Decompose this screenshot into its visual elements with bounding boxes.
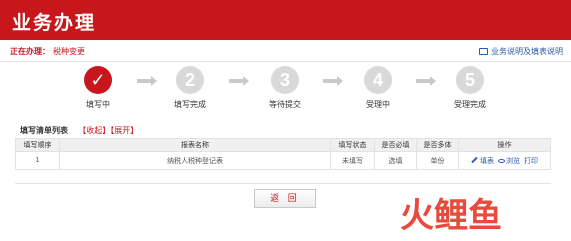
list-title: 填写清单列表 (20, 126, 68, 135)
step-accepting: 4 受理中 (348, 66, 408, 110)
arrow-right-icon (137, 76, 157, 86)
fill-form-link[interactable]: 填表 (471, 156, 494, 165)
column-header: 报表名称 (59, 138, 331, 152)
column-header: 是否必填 (374, 138, 417, 152)
book-icon (479, 48, 488, 55)
print-label: 打印 (524, 157, 538, 165)
column-header: 操作 (458, 138, 551, 152)
view-label: 浏览 (506, 157, 520, 165)
cell-multi: 单份 (416, 151, 459, 170)
view-link[interactable]: 浏览 (498, 158, 520, 165)
step-filling: ✓ 填写中 (68, 66, 128, 110)
arrow-right-icon (416, 76, 436, 86)
eye-icon (498, 158, 505, 163)
cell-order: 1 (15, 151, 60, 170)
print-link[interactable]: 打印 (524, 158, 538, 165)
step-label: 填写完成 (174, 100, 206, 109)
collapse-expand-toggle[interactable]: 【收起】【展开】 (78, 126, 138, 135)
column-header: 填写状态 (330, 138, 375, 152)
list-header: 填写清单列表 【收起】【展开】 (20, 125, 138, 136)
step-label: 受理完成 (454, 100, 486, 109)
step-number: 3 (271, 66, 299, 94)
step-accepted: 5 受理完成 (440, 66, 500, 110)
cell-report-name: 纳税人税种登记表 (59, 151, 331, 170)
fill-list-table: 填写顺序 报表名称 填写状态 是否必填 是否多体 操作 1 纳税人税种登记表 未… (15, 138, 551, 170)
current-business: 正在办理： 税种变更 (10, 46, 85, 57)
column-header: 填写顺序 (15, 138, 60, 152)
cell-required: 选填 (374, 151, 417, 170)
arrow-right-icon (323, 76, 343, 86)
page-title: 业务办理 (12, 13, 97, 34)
divider (15, 183, 551, 184)
table-row: 1 纳税人税种登记表 未填写 选填 单份 填表 浏览 打印 (15, 151, 551, 170)
help-link-label: 业务说明及填表说明 (491, 47, 563, 56)
cell-actions: 填表 浏览 打印 (458, 151, 551, 170)
status-bar: 正在办理： 税种变更 业务说明及填表说明 (0, 40, 571, 62)
title-bar: 业务办理 (0, 0, 571, 40)
step-number: 5 (456, 66, 484, 94)
help-link[interactable]: 业务说明及填表说明 (479, 46, 563, 57)
cell-status: 未填写 (330, 151, 375, 170)
back-button[interactable]: 返 回 (254, 189, 316, 208)
current-business-name: 税种变更 (53, 47, 85, 56)
step-number: 4 (364, 66, 392, 94)
progress-steps: ✓ 填写中 2 填写完成 3 等待提交 4 受理中 5 受理完成 (0, 66, 571, 114)
watermark-logo: 火鲤鱼 (400, 196, 502, 235)
step-filled: 2 填写完成 (160, 66, 220, 110)
pencil-icon (471, 156, 478, 163)
column-header: 是否多体 (416, 138, 459, 152)
table-header-row: 填写顺序 报表名称 填写状态 是否必填 是否多体 操作 (15, 138, 551, 152)
arrow-right-icon (229, 76, 249, 86)
step-label: 受理中 (366, 100, 390, 109)
current-business-label: 正在办理： (10, 47, 50, 56)
step-label: 填写中 (86, 100, 110, 109)
step-label: 等待提交 (269, 100, 301, 109)
step-waiting-submit: 3 等待提交 (255, 66, 315, 110)
watermark-text: 火鲤鱼 (400, 196, 502, 235)
fill-form-label: 填表 (480, 157, 494, 165)
check-icon: ✓ (84, 66, 112, 94)
step-number: 2 (176, 66, 204, 94)
